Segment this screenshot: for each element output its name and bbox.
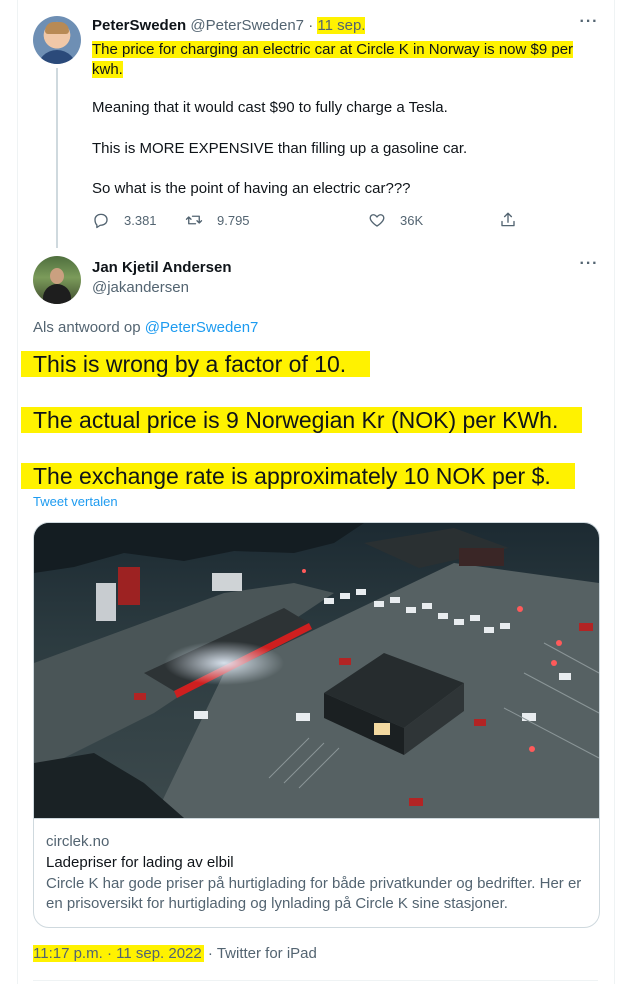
- like-icon: [369, 214, 385, 227]
- handle[interactable]: @PeterSweden7: [190, 17, 304, 34]
- more-icon[interactable]: ···: [578, 14, 600, 36]
- reply-text-line: This is wrong by a factor of 10.: [21, 350, 371, 378]
- reply-text-line: The actual price is 9 Norwegian Kr (NOK)…: [21, 406, 583, 434]
- share-button[interactable]: [499, 211, 517, 229]
- tweet-text-line: The price for charging an electric car a…: [92, 41, 574, 78]
- replying-to: Als antwoord op @PeterSweden7: [33, 318, 258, 338]
- retweet-icon: [185, 215, 203, 225]
- display-name[interactable]: Jan Kjetil Andersen: [92, 258, 231, 278]
- separator: ·: [308, 17, 314, 34]
- like-count: 36K: [400, 212, 424, 228]
- tweet-text-line: So what is the point of having an electr…: [92, 180, 411, 197]
- highlighted-text: This is wrong by a factor of 10.: [21, 351, 371, 377]
- divider: [33, 980, 598, 981]
- link-card[interactable]: circlek.no Ladepriser for lading av elbi…: [33, 522, 600, 928]
- reply-text-line: The exchange rate is approximately 10 NO…: [21, 462, 575, 490]
- tweet-text-line: Meaning that it would cast $90 to fully …: [92, 99, 448, 116]
- reply-count: 3.381: [124, 212, 157, 228]
- tweet-date[interactable]: 11 sep. 2022: [116, 945, 202, 962]
- avatar[interactable]: [33, 256, 81, 304]
- retweet-button[interactable]: 9.795: [185, 211, 250, 229]
- handle[interactable]: @jakandersen: [92, 278, 189, 298]
- meta-separator: ·: [106, 945, 112, 962]
- share-icon: [501, 212, 515, 227]
- tweet-timestamp[interactable]: 11:17 p.m. · 11 sep. 2022: [33, 945, 204, 962]
- parent-tweet[interactable]: PeterSweden @PeterSweden7 · 11 sep. ··· …: [0, 0, 641, 248]
- tweet-text-line: This is MORE EXPENSIVE than filling up a…: [92, 140, 468, 157]
- display-name[interactable]: PeterSweden: [92, 17, 186, 34]
- avatar[interactable]: [33, 16, 81, 64]
- like-button[interactable]: 36K: [368, 211, 423, 229]
- tweet-date[interactable]: 11 sep.: [317, 17, 366, 34]
- thread-line: [56, 68, 58, 248]
- reply-icon: [94, 213, 108, 229]
- highlighted-text: The exchange rate is approximately 10 NO…: [21, 463, 575, 489]
- card-title: Ladepriser for lading av elbil: [46, 854, 234, 871]
- more-icon[interactable]: ···: [578, 256, 600, 278]
- tweet-header: PeterSweden @PeterSweden7 · 11 sep.: [92, 16, 366, 36]
- action-bar: 3.381 9.795 36K: [92, 211, 532, 231]
- tweet-time[interactable]: 11:17 p.m.: [33, 945, 103, 962]
- tweet-source[interactable]: Twitter for iPad: [217, 945, 317, 962]
- tweet-meta: 11:17 p.m. · 11 sep. 2022 · Twitter for …: [33, 944, 317, 964]
- card-image[interactable]: [34, 523, 599, 818]
- translate-tweet-link[interactable]: Tweet vertalen: [33, 494, 118, 510]
- meta-separator: ·: [207, 945, 213, 962]
- card-domain: circlek.no: [46, 833, 110, 850]
- retweet-count: 9.795: [217, 212, 250, 228]
- card-description: Circle K har gode priser på hurtiglading…: [46, 875, 582, 912]
- highlighted-text: The actual price is 9 Norwegian Kr (NOK)…: [21, 407, 583, 433]
- card-text[interactable]: circlek.no Ladepriser for lading av elbi…: [46, 832, 586, 914]
- reply-button[interactable]: 3.381: [92, 211, 157, 229]
- replying-prefix: Als antwoord op: [33, 319, 141, 336]
- card-divider: [34, 818, 599, 819]
- replying-to-link[interactable]: @PeterSweden7: [145, 319, 259, 336]
